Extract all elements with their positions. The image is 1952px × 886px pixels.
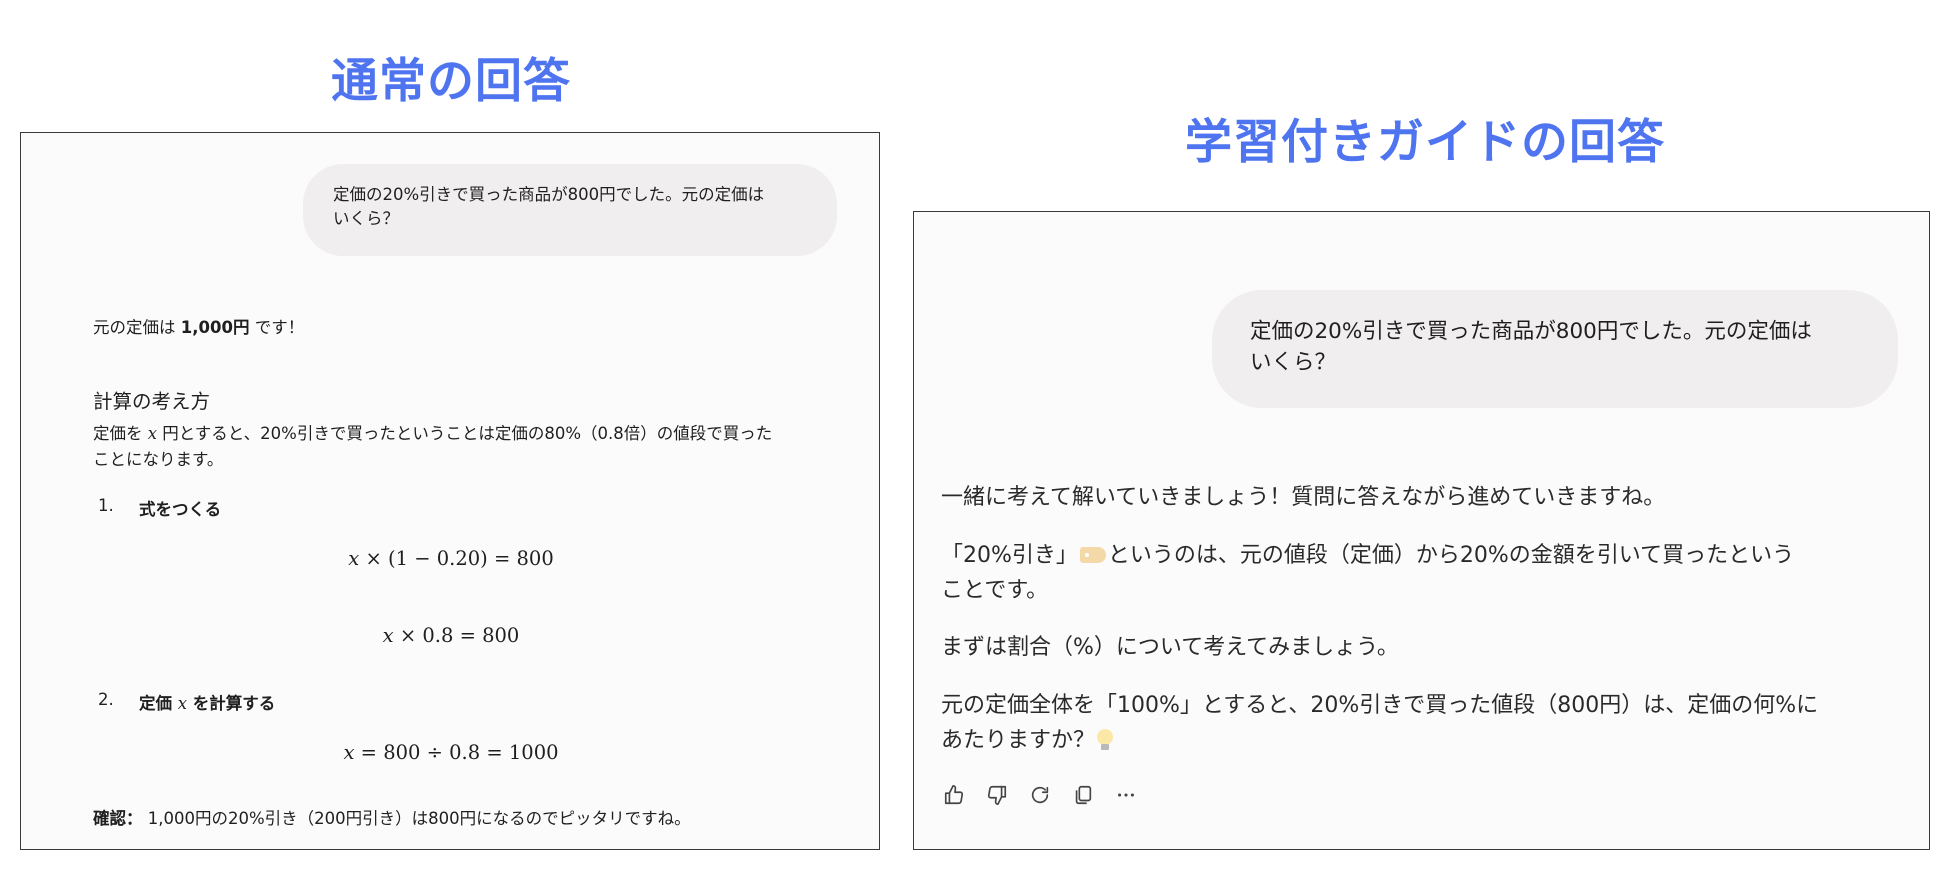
step-title-text: 式をつくる: [139, 500, 222, 519]
paragraph-text: 「20%引き」: [941, 543, 1078, 568]
step-title: 定価 x を計算する: [139, 690, 275, 714]
paragraph-line: ことです。: [941, 578, 1049, 604]
paragraph-line: あたりますか？: [941, 723, 1911, 758]
thumbs-down-icon[interactable]: [984, 782, 1010, 808]
guided-answer-screenshot: 定価の20%引きで買った商品が800円でした。元の定価は いくら？ 一緒に考えて…: [913, 211, 1930, 850]
user-message-line: いくら？: [333, 208, 399, 228]
confirmation: 確認： 1,000円の20%引き（200円引き）は800円になるのでピッタリです…: [93, 806, 691, 832]
equation-2: x × 0.8 = 800: [21, 624, 879, 647]
comparison-page: 通常の回答 学習付きガイドの回答 定価の20%引きで買った商品が800円でした。…: [0, 0, 1952, 886]
step-number: 2.: [98, 690, 114, 709]
answer-value: 1,000円: [180, 318, 250, 337]
math-variable: x: [382, 624, 394, 647]
more-icon[interactable]: [1113, 782, 1139, 808]
copy-icon[interactable]: [1070, 782, 1096, 808]
paragraph-line: 「20%引き」 というのは、元の値段（定価）から20%の金額を引いて買ったという: [941, 538, 1901, 573]
step-2: 2. 定価 x を計算する: [98, 690, 275, 713]
step-title-text: 定価: [139, 694, 178, 713]
guided-answer-heading: 学習付きガイドの回答: [1185, 115, 1665, 170]
equation-1: x × (1 − 0.20) = 800: [21, 547, 879, 570]
user-message-line: いくら？: [1250, 350, 1337, 376]
answer-summary: 元の定価は 1,000円 です！: [93, 315, 304, 341]
guided-paragraph-4: 元の定価全体を「100%」とすると、20%引きで買った値段（800円）は、定価の…: [941, 688, 1911, 758]
confirm-text: 1,000円の20%引き（200円引き）は800円になるのでピッタリですね。: [142, 809, 691, 828]
confirm-label: 確認：: [93, 809, 143, 828]
math-variable: x: [147, 424, 158, 443]
equation-rest: × 0.8 = 800: [393, 624, 520, 647]
user-message-line: 定価の20%引きで買った商品が800円でした。元の定価は: [333, 185, 765, 204]
equation-rest: = 800 ÷ 0.8 = 1000: [354, 741, 559, 764]
user-message-bubble: 定価の20%引きで買った商品が800円でした。元の定価は いくら？: [303, 164, 837, 256]
normal-answer-heading: 通常の回答: [331, 54, 571, 109]
section-title: 計算の考え方: [93, 390, 211, 413]
user-message-bubble: 定価の20%引きで買った商品が800円でした。元の定価は いくら？: [1212, 290, 1898, 408]
light-bulb-icon: [1097, 729, 1114, 751]
step-number: 1.: [98, 496, 114, 515]
user-message-line: 定価の20%引きで買った商品が800円でした。元の定価は: [1250, 319, 1812, 344]
guided-paragraph-1: 一緒に考えて解いていきましょう！質問に答えながら進めていきますね。: [941, 485, 1666, 510]
answer-prefix: 元の定価は: [93, 318, 181, 337]
price-tag-icon: [1079, 547, 1106, 563]
normal-answer-screenshot: 定価の20%引きで買った商品が800円でした。元の定価は いくら？ 元の定価は …: [20, 132, 880, 850]
regenerate-icon[interactable]: [1027, 782, 1053, 808]
step-1: 1. 式をつくる: [98, 496, 221, 519]
math-variable: x: [343, 741, 355, 764]
explanation-line: ことになります。: [93, 450, 224, 470]
guided-paragraph-3: まずは割合（%）について考えてみましょう。: [941, 635, 1399, 660]
explain-post: 円とすると、20%引きで買ったということは定価の80%（0.8倍）の値段で買った: [157, 424, 773, 443]
paragraph-line: 元の定価全体を「100%」とすると、20%引きで買った値段（800円）は、定価の…: [941, 693, 1819, 718]
math-variable: x: [348, 547, 360, 570]
math-variable: x: [177, 694, 188, 713]
guided-paragraph-2: 「20%引き」 というのは、元の値段（定価）から20%の金額を引いて買ったという …: [941, 538, 1901, 608]
paragraph-text: あたりますか？: [941, 728, 1096, 754]
explain-pre: 定価を: [93, 424, 148, 443]
step-title-text: を計算する: [187, 694, 276, 713]
answer-suffix: です！: [249, 318, 305, 337]
thumbs-up-icon[interactable]: [941, 782, 967, 808]
explanation: 定価を x 円とすると、20%引きで買ったということは定価の80%（0.8倍）の…: [93, 421, 833, 474]
paragraph-text: というのは、元の値段（定価）から20%の金額を引いて買ったという: [1107, 543, 1795, 568]
equation-rest: × (1 − 0.20) = 800: [359, 547, 554, 570]
equation-3: x = 800 ÷ 0.8 = 1000: [21, 741, 879, 764]
explanation-line: 定価を x 円とすると、20%引きで買ったということは定価の80%（0.8倍）の…: [93, 421, 833, 447]
response-actions: [941, 782, 1139, 808]
step-title: 式をつくる: [139, 496, 221, 520]
